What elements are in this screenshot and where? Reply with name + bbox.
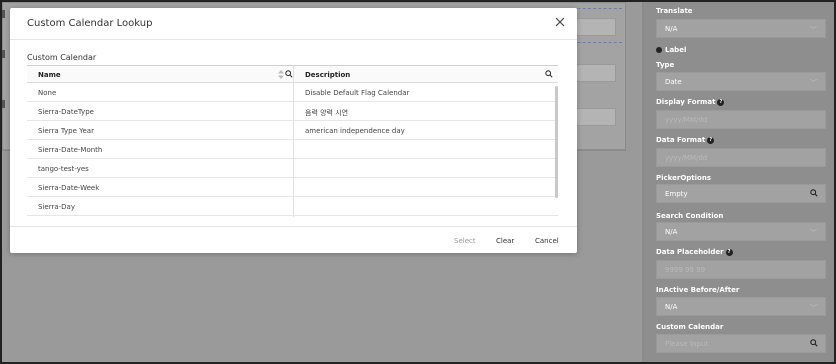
custom-calendar-placeholder: Please Input <box>665 340 709 348</box>
table-row[interactable]: Sierra-Date-Week <box>27 178 558 197</box>
table-row[interactable]: None Disable Default Flag Calendar <box>27 83 558 102</box>
type-select[interactable]: Date ﹀ <box>656 72 826 91</box>
table-row[interactable]: Sierra-Day <box>27 197 558 216</box>
cell-name: Sierra-Day <box>38 203 75 211</box>
custom-calendar-label: Custom Calendar <box>656 323 724 331</box>
clear-button[interactable]: Clear <box>496 237 514 245</box>
dialog-footer: Select Clear Cancel <box>10 226 577 253</box>
label-section-header: Label <box>656 46 686 54</box>
canvas-marker <box>2 50 5 58</box>
table-row[interactable]: tango-test-yes <box>27 159 558 178</box>
sort-icon[interactable] <box>278 70 284 79</box>
section-title: Custom Calendar <box>27 53 97 62</box>
custom-calendar-input[interactable]: Please Input <box>656 334 826 353</box>
dialog-header: Custom Calendar Lookup <box>10 8 577 40</box>
data-format-label: Data Format? <box>656 136 715 144</box>
cell-description: american independence day <box>305 127 405 135</box>
cell-name: Sierra-Date-Week <box>38 184 100 192</box>
help-icon[interactable]: ? <box>717 98 725 106</box>
search-icon[interactable] <box>810 339 818 347</box>
cell-name: Sierra-Date-Month <box>38 146 103 154</box>
help-icon[interactable]: ? <box>725 248 733 256</box>
inactive-value: N/A <box>665 303 678 311</box>
data-placeholder-label: Data Placeholder? <box>656 248 733 256</box>
cell-name: None <box>38 89 57 97</box>
translate-label: Translate <box>656 7 693 15</box>
search-condition-value: N/A <box>665 228 678 236</box>
data-format-placeholder: yyyy/MM/dd <box>665 154 708 162</box>
type-value: Date <box>665 78 682 86</box>
search-icon[interactable] <box>285 70 293 78</box>
calendar-table: Name Description None Disable Default Fl… <box>27 65 558 217</box>
type-label: Type <box>656 61 675 69</box>
picker-options-value: Empty <box>665 190 688 198</box>
chevron-down-icon: ﹀ <box>810 26 817 34</box>
data-format-input[interactable]: yyyy/MM/dd <box>656 148 826 167</box>
table-row[interactable]: Sierra-DateType 음력 양력 시연 <box>27 102 558 121</box>
inactive-select[interactable]: N/A ﹀ <box>656 297 826 316</box>
search-condition-select[interactable]: N/A ﹀ <box>656 222 826 241</box>
data-format-text: Data Format <box>656 136 706 144</box>
display-format-text: Display Format <box>656 98 716 106</box>
close-icon[interactable] <box>553 15 567 29</box>
custom-calendar-lookup-dialog: Custom Calendar Lookup Custom Calendar N… <box>10 8 577 253</box>
data-placeholder-text: Data Placeholder <box>656 248 724 256</box>
table-scrollbar[interactable] <box>555 86 558 198</box>
translate-select[interactable]: N/A ﹀ <box>656 19 826 38</box>
cell-description: 음력 양력 시연 <box>305 109 349 117</box>
label-section-title: Label <box>665 46 687 54</box>
info-icon <box>656 47 662 53</box>
picker-options-input[interactable]: Empty <box>656 184 826 203</box>
data-placeholder-placeholder: 9999 99 99 <box>665 266 706 274</box>
translate-value: N/A <box>665 25 678 33</box>
cell-description: Disable Default Flag Calendar <box>305 89 410 97</box>
search-icon[interactable] <box>545 70 553 78</box>
chevron-down-icon: ﹀ <box>810 79 817 87</box>
table-row[interactable]: Sierra-Date-Month <box>27 140 558 159</box>
canvas-marker <box>2 10 5 18</box>
picker-options-label: PickerOptions <box>656 174 712 182</box>
column-header-name[interactable]: Name <box>38 71 61 79</box>
data-placeholder-input[interactable]: 9999 99 99 <box>656 260 826 279</box>
search-icon[interactable] <box>810 189 818 197</box>
display-format-placeholder: yyyy/MM/dd <box>665 116 708 124</box>
display-format-input[interactable]: yyyy/MM/dd <box>656 110 826 129</box>
cell-name: Sierra-DateType <box>38 108 94 116</box>
search-condition-label: Search Condition <box>656 212 724 220</box>
chevron-down-icon: ﹀ <box>810 229 817 237</box>
properties-panel: Translate N/A ﹀ Label Type Date ﹀ Displa… <box>644 2 834 362</box>
column-header-description[interactable]: Description <box>305 71 350 79</box>
cell-name: tango-test-yes <box>38 165 89 173</box>
help-icon[interactable]: ? <box>707 136 715 144</box>
display-format-label: Display Format? <box>656 98 725 106</box>
table-row[interactable]: Sierra Type Year american independence d… <box>27 121 558 140</box>
cell-name: Sierra Type Year <box>38 127 94 135</box>
select-button[interactable]: Select <box>454 237 476 245</box>
chevron-down-icon: ﹀ <box>810 304 817 312</box>
dialog-title: Custom Calendar Lookup <box>27 18 153 29</box>
canvas-marker <box>2 100 5 108</box>
cancel-button[interactable]: Cancel <box>535 237 559 245</box>
inactive-label: InActive Before/After <box>656 286 740 294</box>
